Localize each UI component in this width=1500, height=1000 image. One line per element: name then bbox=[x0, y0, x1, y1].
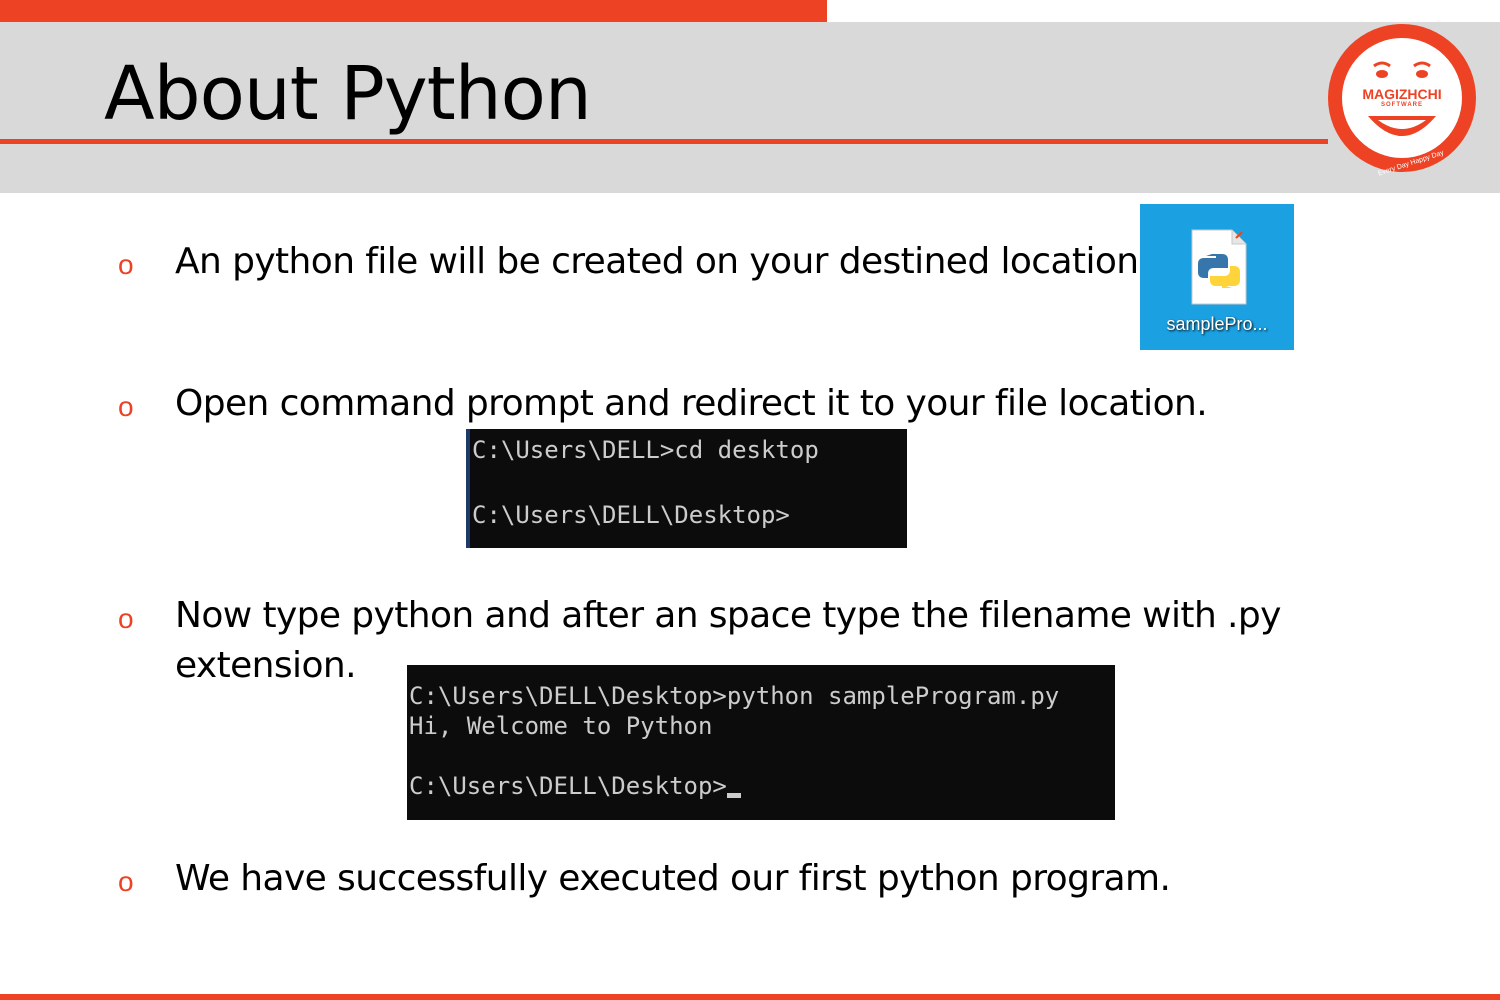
bullet-text: Now type python and after an space type … bbox=[175, 595, 1281, 636]
terminal-line: C:\Users\DELL>cd desktop bbox=[472, 436, 819, 464]
python-file-icon bbox=[1191, 229, 1247, 305]
bullet-marker: o bbox=[118, 249, 134, 280]
cursor-icon bbox=[726, 793, 741, 798]
bottom-rule bbox=[0, 994, 1500, 1000]
title-underline bbox=[0, 139, 1328, 144]
slide-title: About Python bbox=[104, 51, 592, 137]
terminal-line: C:\Users\DELL\Desktop>python sampleProgr… bbox=[409, 682, 1060, 710]
bullet-marker: o bbox=[118, 391, 134, 422]
terminal-line: C:\Users\DELL\Desktop> bbox=[472, 501, 790, 529]
command-prompt-output-screenshot: C:\Users\DELL\Desktop>python sampleProgr… bbox=[407, 665, 1115, 820]
terminal-line: C:\Users\DELL\Desktop> bbox=[409, 772, 727, 800]
bullet-text-continuation: extension. bbox=[175, 645, 357, 686]
terminal-prompt-line: C:\Users\DELL\Desktop> bbox=[409, 771, 741, 801]
file-icon-label: samplePro... bbox=[1166, 314, 1268, 334]
desktop-file-icon[interactable]: samplePro... bbox=[1140, 204, 1294, 350]
logo-name: MAGIZHCHI bbox=[1362, 86, 1442, 102]
bullet-marker: o bbox=[118, 866, 134, 897]
bullet-marker: o bbox=[118, 603, 134, 634]
bullet-text: An python file will be created on your d… bbox=[175, 241, 1150, 282]
logo-subtitle: SOFTWARE bbox=[1381, 102, 1423, 108]
command-prompt-screenshot: C:\Users\DELL>cd desktop C:\Users\DELL\D… bbox=[466, 429, 907, 548]
bullet-text: Open command prompt and redirect it to y… bbox=[175, 383, 1208, 424]
company-logo: MAGIZHCHI SOFTWARE Every Day Happy Day bbox=[1328, 24, 1476, 177]
top-accent-bar bbox=[0, 0, 827, 22]
bullet-text: We have successfully executed our first … bbox=[175, 858, 1171, 899]
terminal-line: Hi, Welcome to Python bbox=[409, 712, 713, 740]
